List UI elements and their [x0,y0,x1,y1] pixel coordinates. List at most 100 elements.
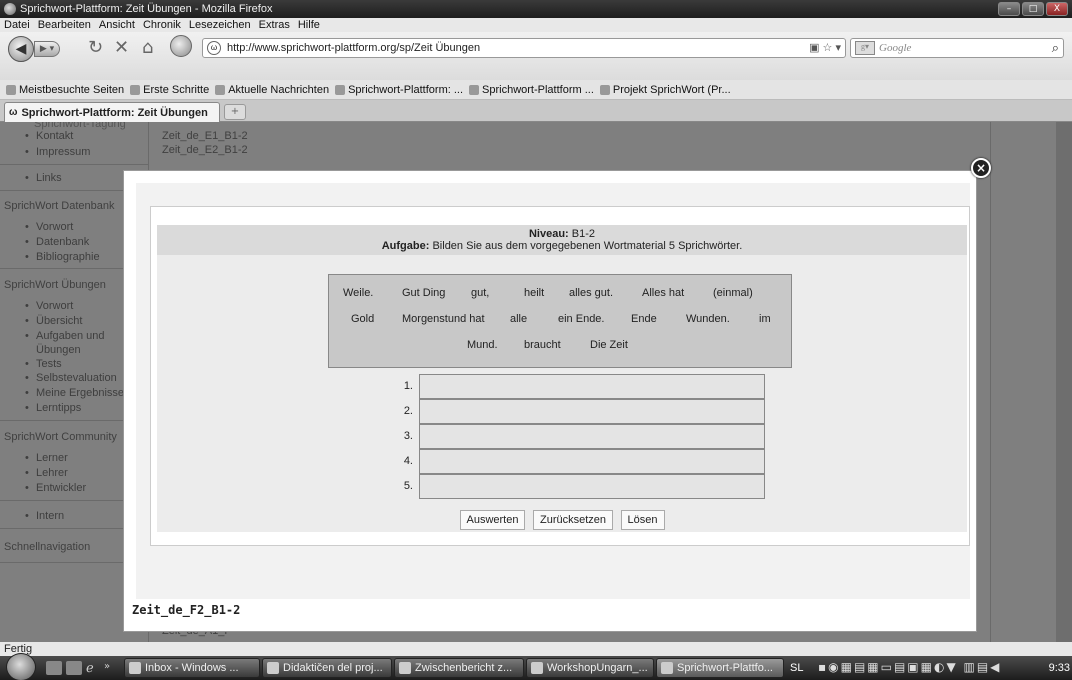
url-bar[interactable]: ω http://www.sprichwort-plattform.org/sp… [202,38,846,58]
page-scrollbar[interactable] [1056,122,1072,642]
word-chip[interactable]: Gold [351,313,374,325]
minimize-button[interactable]: – [998,2,1020,16]
word-chip[interactable]: Weile. [343,287,373,299]
task-sprichwort[interactable]: Sprichwort-Plattfo... [656,658,784,678]
search-icon[interactable]: ⌕ [1052,40,1059,56]
sidebar-item-lerner[interactable]: Lerner [25,452,68,464]
site-identity-icon[interactable]: ω [207,41,221,55]
word-chip[interactable]: heilt [524,287,544,299]
ie-icon[interactable]: ℯ [86,661,102,676]
exercise-panel: Niveau: B1-2 Aufgabe: Bilden Sie aus dem… [157,225,967,532]
menu-lesezeichen[interactable]: Lesezeichen [185,19,255,31]
menu-datei[interactable]: Datei [0,19,34,31]
bookmark-icon [599,84,610,95]
sidebar-item-ergebnisse[interactable]: Meine Ergebnisse [25,387,124,399]
clock[interactable]: 9:33 [1049,662,1070,674]
bookmark-sprichwort-2[interactable]: Sprichwort-Plattform ... [469,84,594,96]
sidebar-item-impressum[interactable]: Impressum [25,146,90,158]
sidebar-item-tagung[interactable]: Sprichwort-Tagung [34,122,126,130]
start-button[interactable] [6,653,36,680]
bookmark-sprichwort-1[interactable]: Sprichwort-Plattform: ... [335,84,463,96]
word-chip[interactable]: Mund. [467,339,498,351]
sidebar-item-lerntipps[interactable]: Lerntipps [25,402,81,414]
bookmark-meistbesucht[interactable]: Meistbesuchte Seiten [6,84,124,96]
answer-dropzone-2[interactable] [419,399,765,424]
tab-sprichwort[interactable]: ω Sprichwort-Plattform: Zeit Übungen [4,102,220,122]
system-tray-icons[interactable]: ▪◉▦▤▦▭▤▣▦◐▼ ▥▤◀ [818,660,1001,674]
bookmark-erste-schritte[interactable]: Erste Schritte [130,84,209,96]
word-chip[interactable]: Wunden. [686,313,730,325]
word-chip[interactable]: im [759,313,771,325]
sidebar-item-aufgaben[interactable]: Aufgaben und [25,330,104,342]
bookmark-projekt-sprichwort[interactable]: Projekt SprichWort (Pr... [599,84,731,96]
word-chip[interactable]: (einmal) [713,287,753,299]
sidebar-item-aufgaben-cont[interactable]: Übungen [36,344,81,356]
sidebar-item-vorwort[interactable]: Vorwort [25,221,73,233]
switch-windows-icon[interactable] [66,661,82,675]
evaluate-button[interactable]: Auswerten [459,510,526,530]
search-engine-icon[interactable]: g▾ [855,41,875,55]
main-link-e1[interactable]: Zeit_de_E1_B1-2 [162,130,248,142]
sidebar-item-links[interactable]: Links [25,172,62,184]
word-chip[interactable]: Alles hat [642,287,684,299]
sidebar-item-lehrer[interactable]: Lehrer [25,467,68,479]
modal-close-button[interactable]: × [971,158,991,178]
sidebar-item-vorwort-2[interactable]: Vorwort [25,300,73,312]
sidebar-item-intern[interactable]: Intern [25,510,64,522]
solve-button[interactable]: Lösen [620,510,665,530]
new-tab-button[interactable]: + [224,104,246,120]
task-zwischenbericht[interactable]: Zwischenbericht z... [394,658,524,678]
search-input[interactable]: g▾ Google ⌕ [850,38,1064,58]
menu-chronik[interactable]: Chronik [139,19,185,31]
menu-bearbeiten[interactable]: Bearbeiten [34,19,95,31]
sidebar-item-bibliographie[interactable]: Bibliographie [25,251,100,263]
overflow-chevron-icon[interactable]: » [104,661,120,675]
back-button[interactable]: ◀ [8,36,34,62]
sidebar-item-datenbank[interactable]: Datenbank [25,236,89,248]
forward-button[interactable]: ▶ ▾ [34,41,60,57]
word-chip[interactable]: Ende [631,313,657,325]
word-chip[interactable]: alle [510,313,527,325]
site-favicon-icon: ω [9,107,18,118]
answer-number: 5. [403,480,413,492]
word-chip[interactable]: alles gut. [569,287,613,299]
task-didakticen[interactable]: Didaktičen del proj... [262,658,392,678]
menu-extras[interactable]: Extras [255,19,294,31]
answer-dropzone-1[interactable] [419,374,765,399]
exercise-frame: Niveau: B1-2 Aufgabe: Bilden Sie aus dem… [150,206,970,546]
word-chip[interactable]: Die Zeit [590,339,628,351]
sidebar-item-selbstevaluation[interactable]: Selbstevaluation [25,372,117,384]
show-desktop-icon[interactable] [46,661,62,675]
stop-icon[interactable]: ✕ [114,37,129,58]
word-chip[interactable]: braucht [524,339,561,351]
menu-hilfe[interactable]: Hilfe [294,19,324,31]
task-inbox[interactable]: Inbox - Windows ... [124,658,260,678]
bookmark-aktuelle-nachrichten[interactable]: Aktuelle Nachrichten [215,84,329,96]
reset-button[interactable]: Zurücksetzen [532,510,614,530]
sidebar-section-community: SprichWort Community [4,431,117,443]
main-link-e2[interactable]: Zeit_de_E2_B1-2 [162,144,248,156]
task-label: WorkshopUngarn_... [547,662,648,674]
maximize-button[interactable]: □ [1022,2,1044,16]
close-window-button[interactable]: X [1046,2,1068,16]
reload-icon[interactable]: ↻ [88,37,103,58]
back-forward-group: ◀ ▶ ▾ [8,36,62,62]
word-chip[interactable]: ein Ende. [558,313,604,325]
word-chip[interactable]: gut, [471,287,489,299]
sidebar-item-tests[interactable]: Tests [25,358,62,370]
level-value: B1-2 [571,228,596,240]
menu-ansicht[interactable]: Ansicht [95,19,139,31]
answer-dropzone-4[interactable] [419,449,765,474]
word-chip[interactable]: Gut Ding [402,287,445,299]
task-workshop[interactable]: WorkshopUngarn_... [526,658,654,678]
answer-row: 5. [391,474,765,499]
sidebar-item-kontakt[interactable]: Kontakt [25,130,73,142]
word-chip[interactable]: Morgenstund hat [402,313,485,325]
rss-star-icon[interactable]: ▣ ☆ ▾ [809,41,841,54]
answer-dropzone-5[interactable] [419,474,765,499]
sidebar-item-uebersicht[interactable]: Übersicht [25,315,83,327]
answer-dropzone-3[interactable] [419,424,765,449]
sidebar-item-entwickler[interactable]: Entwickler [25,482,86,494]
home-icon[interactable]: ⌂ [142,37,153,58]
language-indicator[interactable]: SL [790,662,803,674]
